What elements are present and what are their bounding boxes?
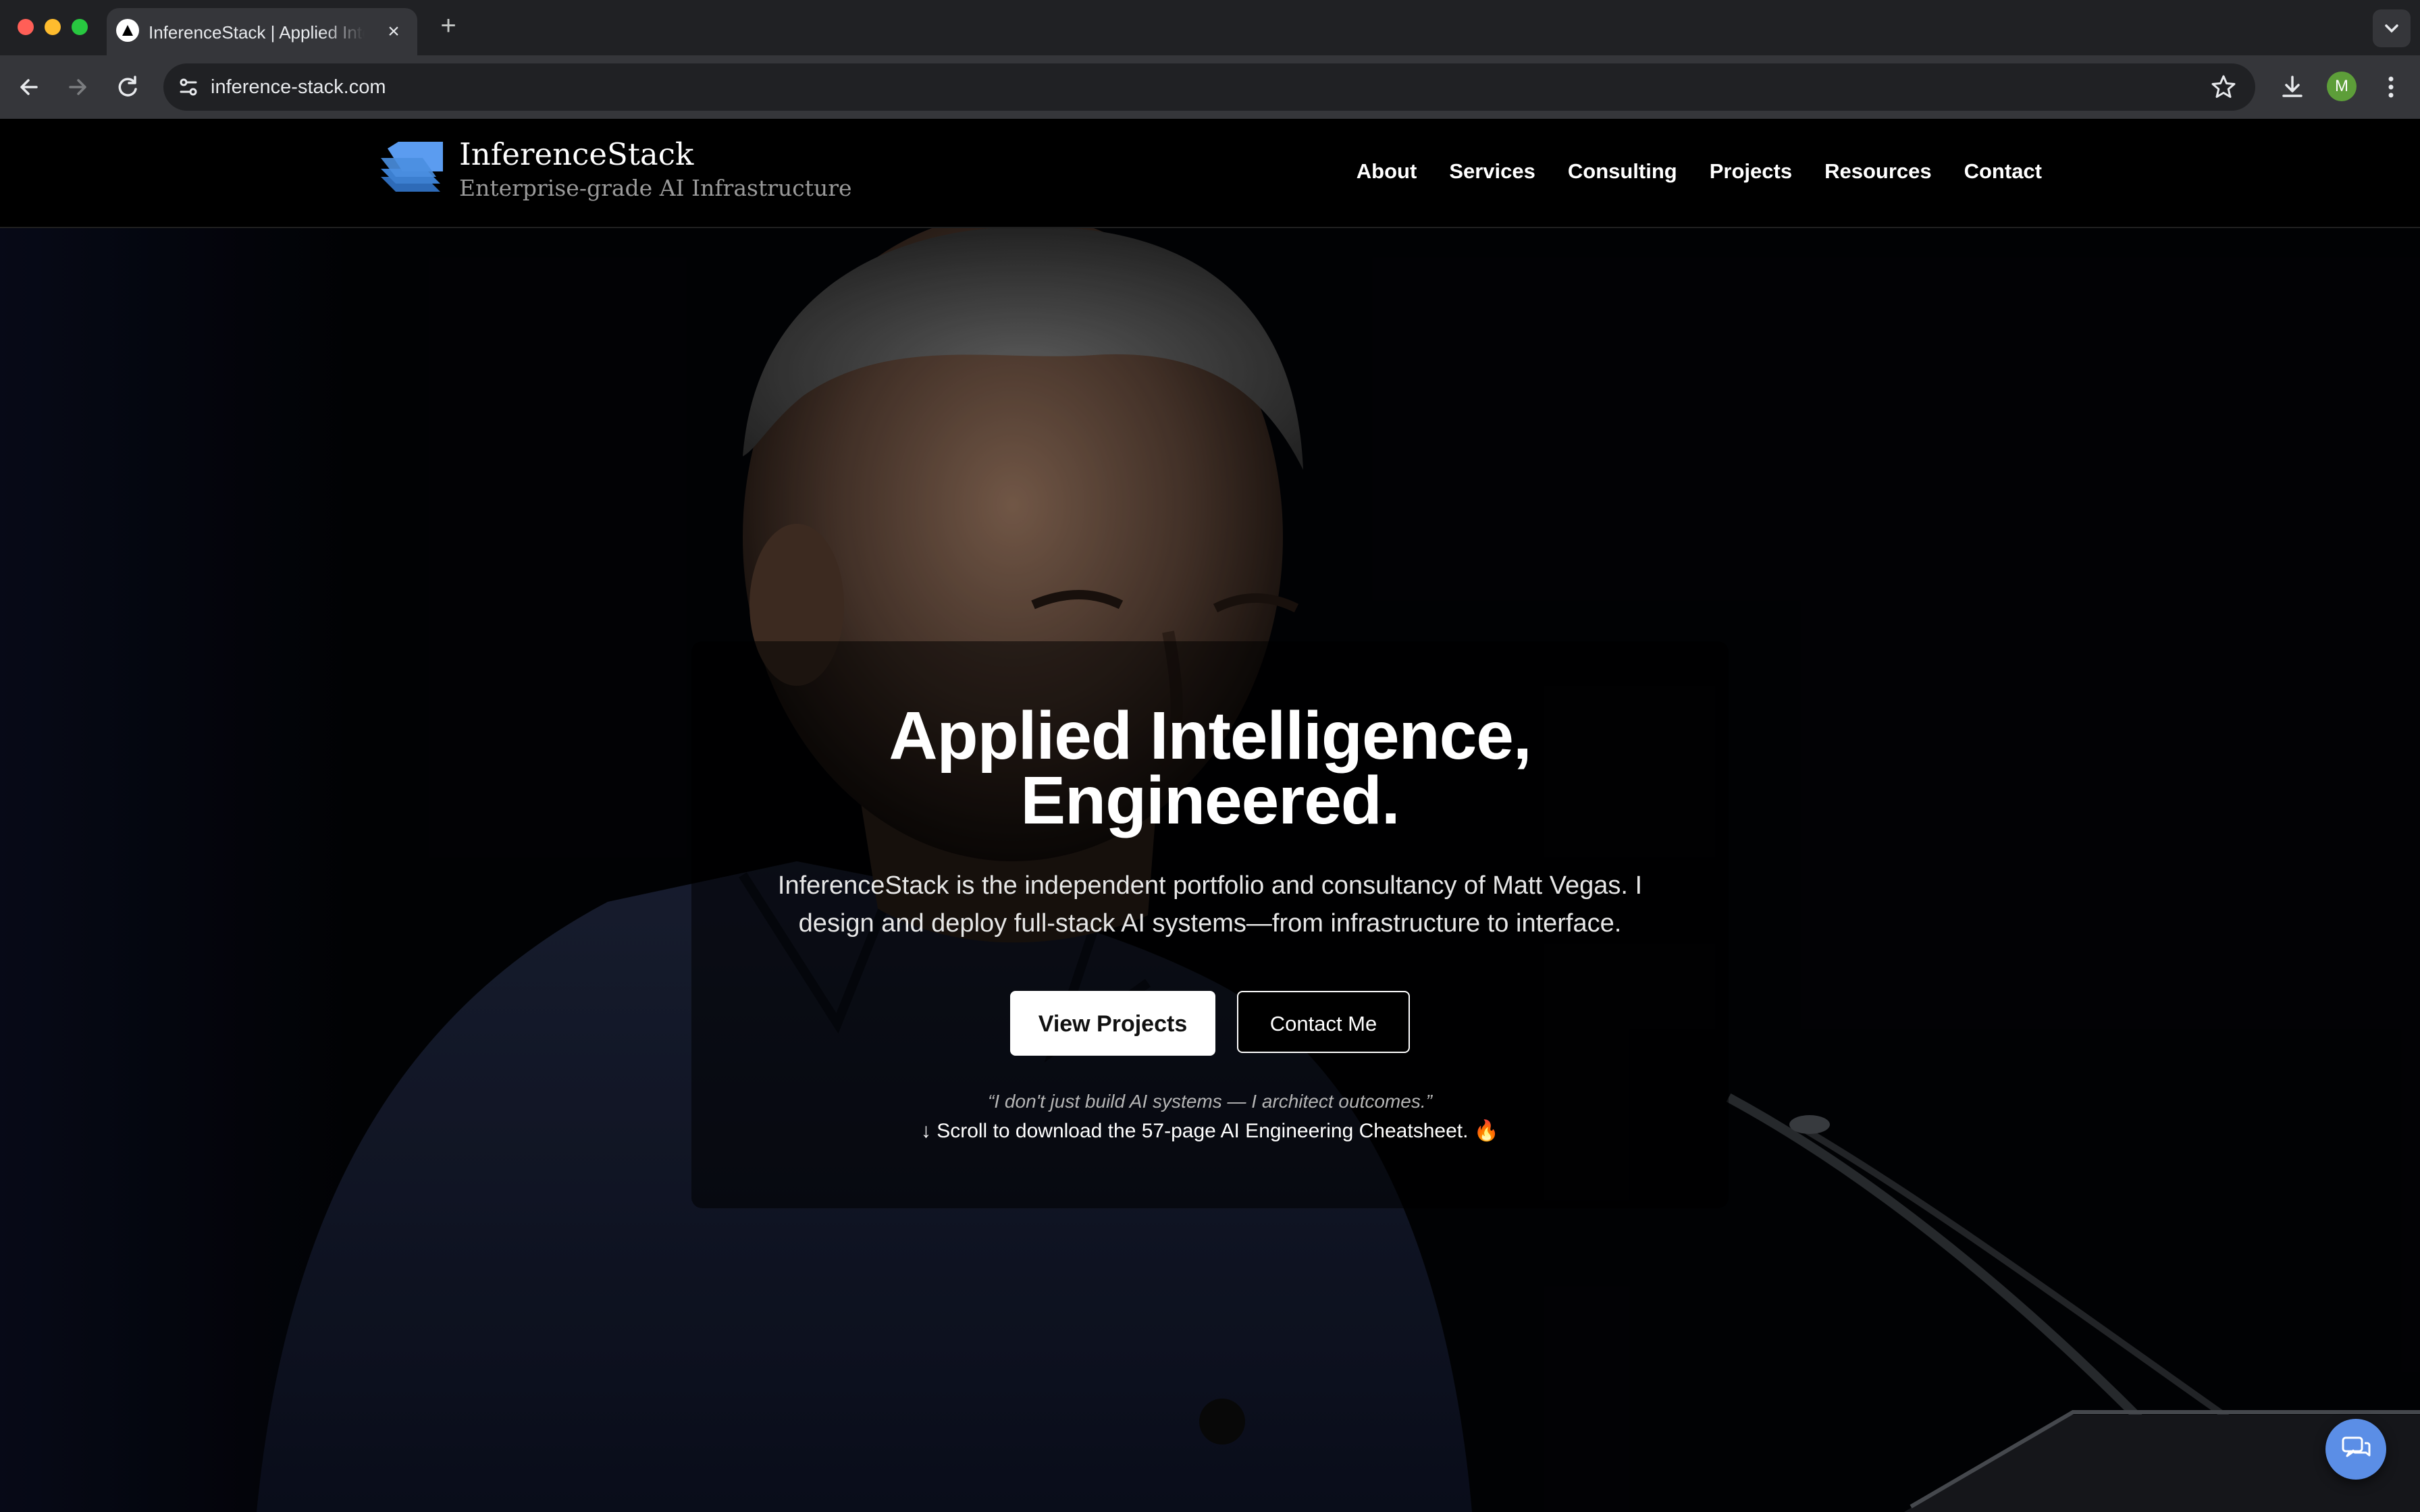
site-info-icon[interactable] bbox=[173, 72, 204, 103]
more-icon[interactable] bbox=[2374, 70, 2408, 104]
address-bar[interactable]: inference-stack.com bbox=[163, 63, 2255, 111]
nav-link-services[interactable]: Services bbox=[1449, 155, 1535, 188]
hero-title-line-2: Engineered. bbox=[1020, 763, 1400, 838]
browser-toolbar: inference-stack.com M bbox=[0, 55, 2420, 119]
tab-search-button[interactable] bbox=[2373, 9, 2411, 47]
hero-section: Applied Intelligence, Engineered. Infere… bbox=[0, 227, 2420, 1512]
hero-title: Applied Intelligence, Engineered. bbox=[691, 702, 1729, 834]
view-projects-button[interactable]: View Projects bbox=[1010, 991, 1215, 1056]
chevron-down-icon bbox=[2385, 24, 2398, 33]
site-header: InferenceStack Enterprise-grade AI Infra… bbox=[0, 119, 2420, 228]
nav-link-consulting[interactable]: Consulting bbox=[1568, 155, 1677, 188]
brand-name[interactable]: InferenceStack bbox=[459, 135, 693, 174]
reload-icon[interactable] bbox=[111, 70, 144, 104]
forward-icon[interactable] bbox=[61, 70, 95, 104]
tab-close-icon[interactable]: × bbox=[382, 20, 405, 43]
chat-widget-button[interactable] bbox=[2325, 1419, 2386, 1480]
hero-quote: “I don't just build AI systems — I archi… bbox=[988, 1091, 1432, 1112]
window-minimize-button[interactable] bbox=[45, 19, 61, 35]
window-close-button[interactable] bbox=[18, 19, 34, 35]
tab-title: InferenceStack | Applied Intelligence, E… bbox=[149, 22, 365, 43]
contact-me-button[interactable]: Contact Me bbox=[1237, 991, 1410, 1053]
nav-link-about[interactable]: About bbox=[1357, 155, 1417, 188]
star-icon[interactable] bbox=[2209, 73, 2238, 101]
new-tab-icon[interactable]: + bbox=[432, 9, 465, 42]
browser-tab-active[interactable]: InferenceStack | Applied Intelligence, E… bbox=[107, 8, 417, 55]
hero-description: InferenceStack is the independent portfo… bbox=[777, 871, 1643, 938]
nav-link-resources[interactable]: Resources bbox=[1824, 155, 1932, 188]
nav-link-projects[interactable]: Projects bbox=[1710, 155, 1792, 188]
cheatsheet-scroll-prompt[interactable]: ↓ Scroll to download the 57-page AI Engi… bbox=[691, 1116, 1729, 1146]
browser-tab-bar: InferenceStack | Applied Intelligence, E… bbox=[0, 0, 2420, 55]
back-icon[interactable] bbox=[12, 70, 46, 104]
site-favicon-icon bbox=[116, 19, 139, 42]
chat-icon bbox=[2342, 1436, 2371, 1457]
page-viewport: InferenceStack Enterprise-grade AI Infra… bbox=[0, 119, 2420, 1512]
window-zoom-button[interactable] bbox=[72, 19, 88, 35]
brand-tagline: Enterprise-grade AI Infrastructure bbox=[459, 175, 852, 201]
inferencestack-logo-icon[interactable] bbox=[375, 139, 446, 200]
url-text[interactable]: inference-stack.com bbox=[211, 63, 386, 111]
profile-avatar[interactable]: M bbox=[2327, 72, 2357, 101]
download-icon[interactable] bbox=[2276, 70, 2309, 104]
hero-content-card: Applied Intelligence, Engineered. Infere… bbox=[691, 641, 1729, 1208]
main-nav: About Services Consulting Projects Resou… bbox=[1357, 155, 2042, 188]
nav-link-contact[interactable]: Contact bbox=[1964, 155, 2042, 188]
